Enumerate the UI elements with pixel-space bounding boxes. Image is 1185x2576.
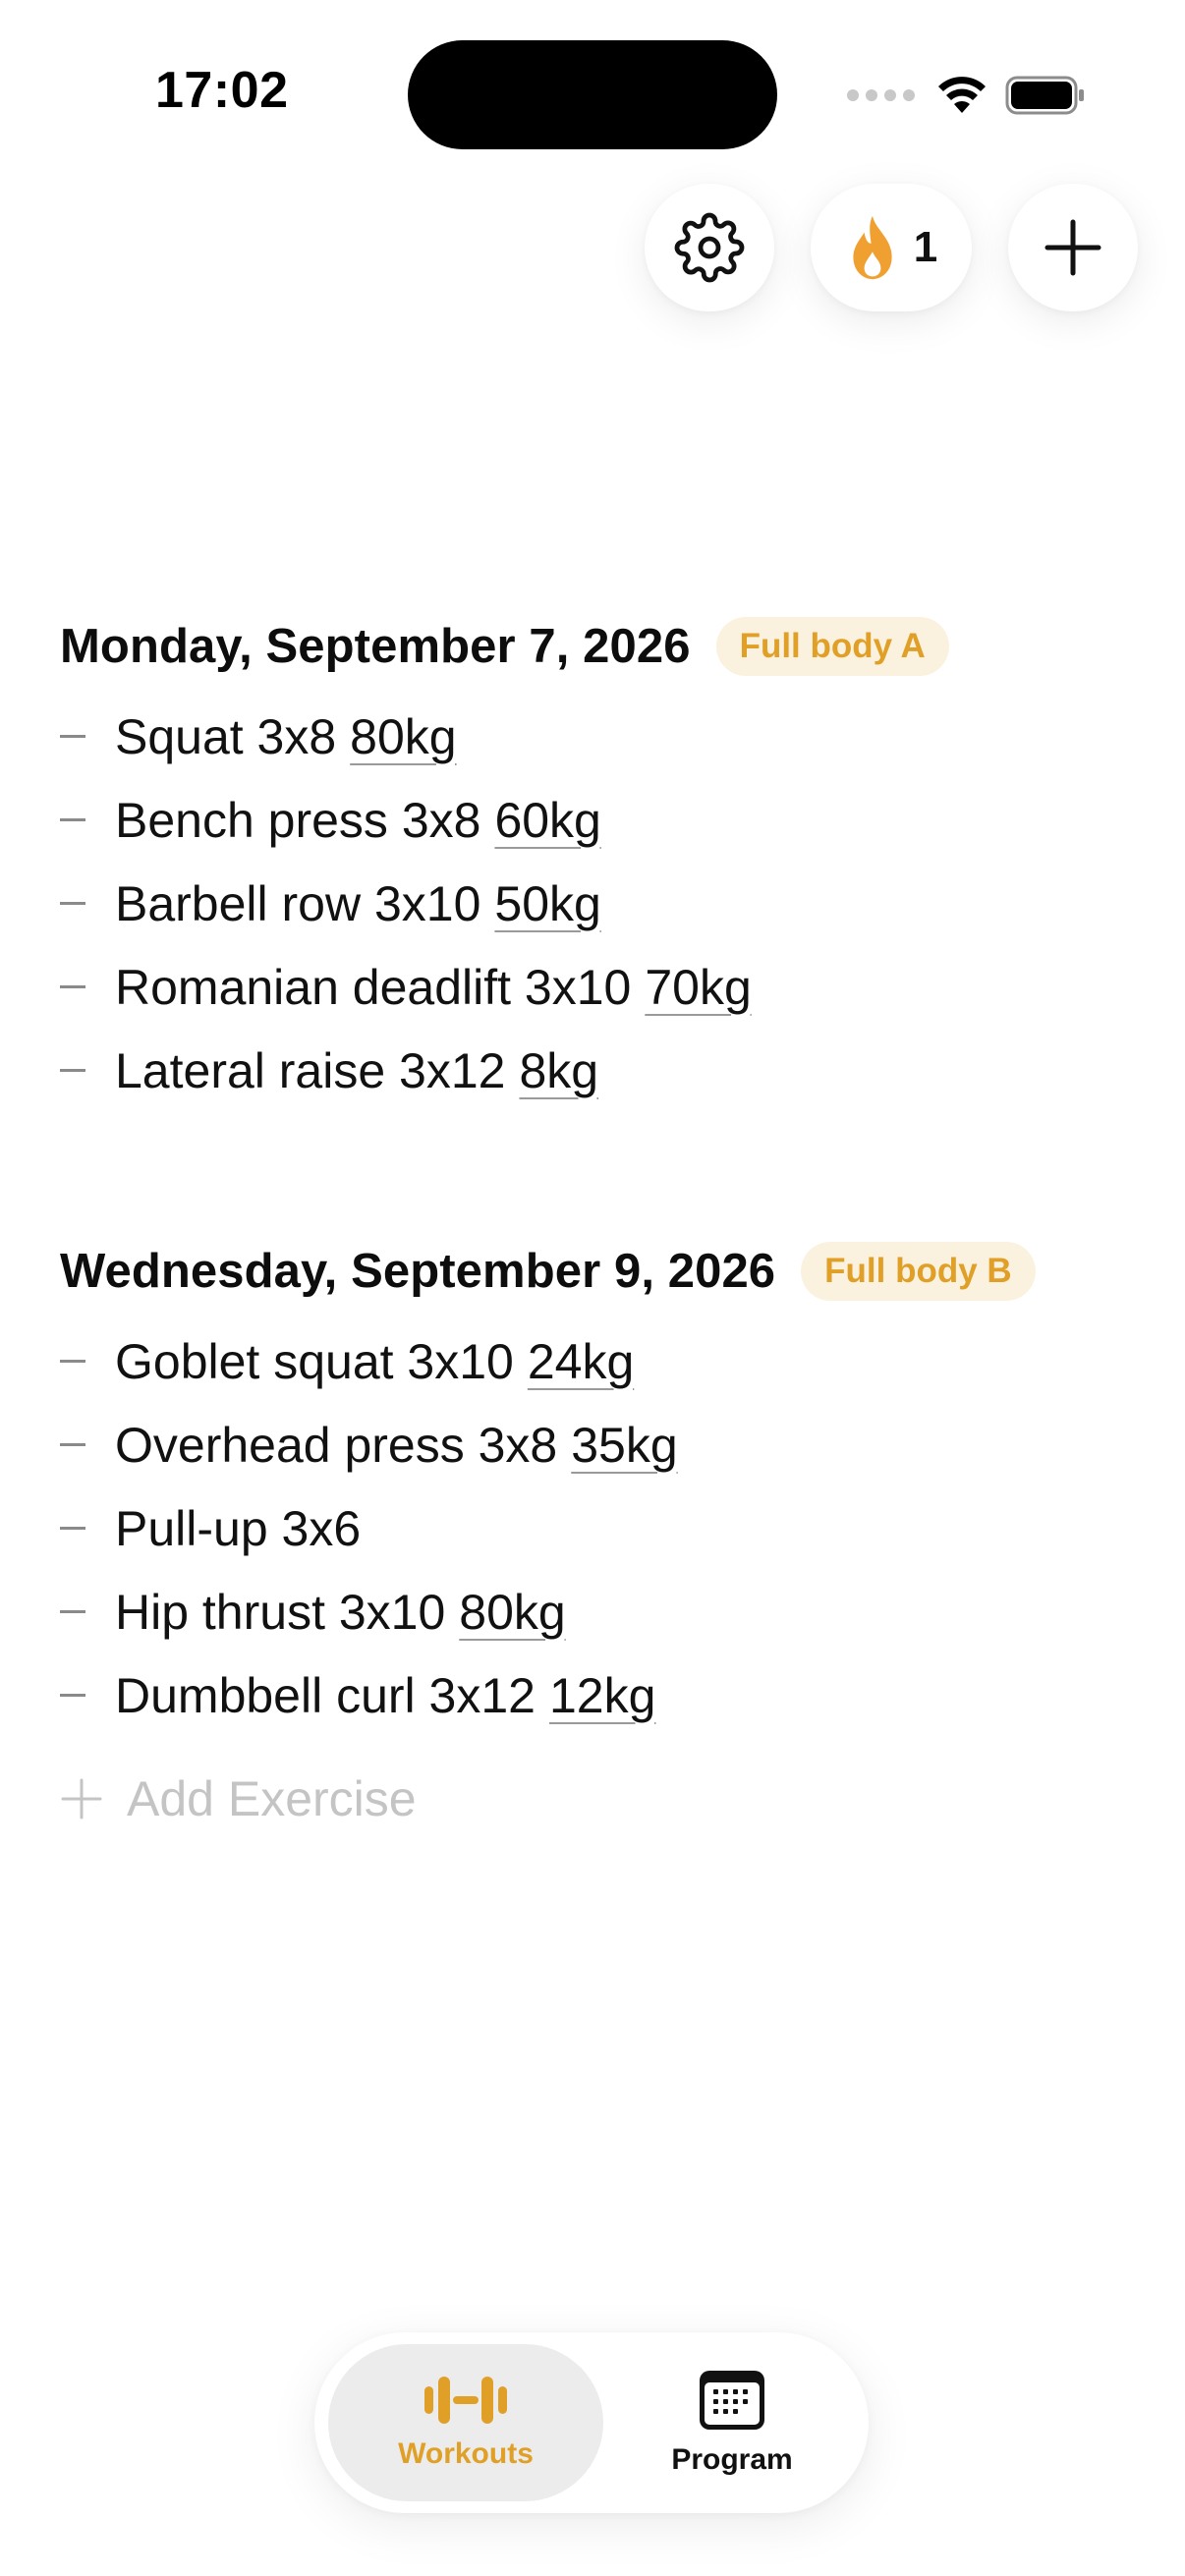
exercise-list: Squat 3x8 80kg Bench press 3x8 60kg Barb… xyxy=(60,695,1146,1112)
exercise-weight[interactable]: 60kg xyxy=(494,792,600,849)
add-exercise-button[interactable]: Add Exercise xyxy=(60,1757,1146,1840)
exercise-name: Goblet squat 3x10 xyxy=(115,1333,514,1389)
exercise-weight[interactable]: 80kg xyxy=(350,708,456,765)
workout-section: Wednesday, September 9, 2026 Full body B… xyxy=(60,1236,1146,1840)
dash-icon xyxy=(60,1069,85,1072)
dash-icon xyxy=(60,985,85,988)
dash-icon xyxy=(60,735,85,738)
dash-icon xyxy=(60,1694,85,1697)
calendar-icon xyxy=(700,2371,764,2430)
exercise-item[interactable]: Lateral raise 3x12 8kg xyxy=(60,1029,1146,1112)
exercise-weight[interactable]: 12kg xyxy=(549,1667,655,1724)
tab-label: Workouts xyxy=(398,2437,534,2470)
battery-icon xyxy=(1005,76,1084,115)
exercise-item[interactable]: Barbell row 3x10 50kg xyxy=(60,862,1146,945)
exercise-name: Bench press 3x8 xyxy=(115,792,481,848)
exercise-name: Barbell row 3x10 xyxy=(115,875,481,931)
exercise-item[interactable]: Squat 3x8 80kg xyxy=(60,695,1146,778)
add-workout-button[interactable] xyxy=(1008,184,1138,311)
workout-tag[interactable]: Full body B xyxy=(801,1242,1036,1301)
exercise-name: Lateral raise 3x12 xyxy=(115,1042,506,1098)
dash-icon xyxy=(60,1527,85,1530)
exercise-item[interactable]: Dumbbell curl 3x12 12kg xyxy=(60,1653,1146,1737)
exercise-name: Pull-up 3x6 xyxy=(115,1500,362,1556)
dynamic-island xyxy=(408,40,777,149)
exercise-name: Romanian deadlift 3x10 xyxy=(115,959,632,1015)
exercise-item[interactable]: Hip thrust 3x10 80kg xyxy=(60,1570,1146,1653)
dash-icon xyxy=(60,1443,85,1446)
dash-icon xyxy=(60,818,85,821)
exercise-list: Goblet squat 3x10 24kg Overhead press 3x… xyxy=(60,1319,1146,1737)
workout-header: Wednesday, September 9, 2026 Full body B xyxy=(60,1236,1146,1307)
gear-icon xyxy=(674,212,745,283)
workout-date[interactable]: Monday, September 7, 2026 xyxy=(60,619,691,674)
plus-icon xyxy=(1044,219,1101,276)
exercise-name: Dumbbell curl 3x12 xyxy=(115,1667,536,1723)
exercise-item[interactable]: Pull-up 3x6 xyxy=(60,1486,1146,1570)
dash-icon xyxy=(60,1610,85,1613)
exercise-item[interactable]: Overhead press 3x8 35kg xyxy=(60,1403,1146,1486)
plus-icon xyxy=(61,1778,102,1819)
tab-workouts[interactable]: Workouts xyxy=(328,2344,603,2501)
streak-button[interactable]: 1 xyxy=(811,184,972,311)
exercise-name: Hip thrust 3x10 xyxy=(115,1584,446,1640)
exercise-item[interactable]: Goblet squat 3x10 24kg xyxy=(60,1319,1146,1403)
exercise-name: Overhead press 3x8 xyxy=(115,1417,558,1473)
status-time: 17:02 xyxy=(155,62,289,119)
dash-icon xyxy=(60,1360,85,1363)
exercise-weight[interactable]: 50kg xyxy=(494,875,600,932)
exercise-item[interactable]: Romanian deadlift 3x10 70kg xyxy=(60,945,1146,1029)
exercise-weight[interactable]: 8kg xyxy=(519,1042,598,1099)
settings-button[interactable] xyxy=(645,184,774,311)
exercise-weight[interactable]: 80kg xyxy=(459,1584,565,1641)
workout-tag[interactable]: Full body A xyxy=(715,617,949,676)
flame-icon xyxy=(853,215,892,280)
exercise-name: Squat 3x8 xyxy=(115,708,337,764)
dash-icon xyxy=(60,902,85,905)
add-exercise-label: Add Exercise xyxy=(127,1770,417,1826)
cellular-signal-icon xyxy=(847,89,915,101)
dumbbell-icon xyxy=(424,2377,507,2424)
exercise-weight[interactable]: 35kg xyxy=(571,1417,677,1474)
exercise-weight[interactable]: 70kg xyxy=(645,959,751,1016)
workout-header: Monday, September 7, 2026 Full body A xyxy=(60,611,1146,682)
exercise-weight[interactable]: 24kg xyxy=(528,1333,634,1390)
tab-program[interactable]: Program xyxy=(609,2344,855,2501)
streak-count: 1 xyxy=(913,223,938,271)
wifi-icon xyxy=(938,77,986,113)
tab-bar: Workouts Program xyxy=(314,2332,869,2513)
tab-label: Program xyxy=(671,2443,793,2476)
workout-section: Monday, September 7, 2026 Full body A Sq… xyxy=(60,611,1146,1112)
exercise-item[interactable]: Bench press 3x8 60kg xyxy=(60,778,1146,862)
workout-date[interactable]: Wednesday, September 9, 2026 xyxy=(60,1244,775,1299)
status-indicators xyxy=(847,71,1086,120)
